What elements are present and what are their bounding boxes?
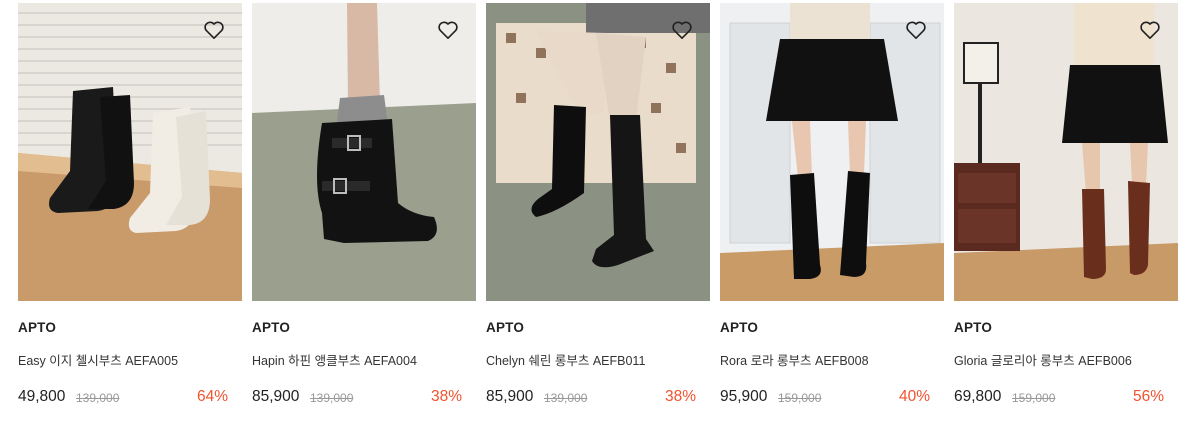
product-name[interactable]: Hapin 하핀 앵클부츠 AEFA004: [252, 350, 417, 369]
sale-price: 95,900: [720, 388, 768, 405]
product-image[interactable]: [954, 3, 1178, 301]
product-grid: APTO Easy 이지 첼시부츠 AEFA005 49,800 139,000…: [18, 3, 1182, 413]
product-card[interactable]: APTO Chelyn 쉐린 롱부츠 AEFB011 85,900 139,00…: [486, 3, 710, 405]
heart-outline-icon[interactable]: [1139, 20, 1161, 40]
original-price: 159,000: [1012, 391, 1056, 405]
discount-rate: 40%: [898, 388, 930, 405]
original-price: 159,000: [778, 391, 822, 405]
brand-name[interactable]: APTO: [720, 320, 758, 335]
brand-name[interactable]: APTO: [954, 320, 992, 335]
brand-name[interactable]: APTO: [252, 320, 290, 335]
discount-rate: 38%: [664, 388, 696, 405]
product-card[interactable]: APTO Gloria 글로리아 롱부츠 AEFB006 69,800 159,…: [954, 3, 1178, 405]
product-card[interactable]: APTO Rora 로라 롱부츠 AEFB008 95,900 159,000 …: [720, 3, 944, 405]
price-row: 69,800 159,000 56%: [954, 388, 1178, 410]
product-name[interactable]: Gloria 글로리아 롱부츠 AEFB006: [954, 350, 1132, 369]
heart-outline-icon[interactable]: [671, 20, 693, 40]
product-image[interactable]: [720, 3, 944, 301]
original-price: 139,000: [76, 391, 120, 405]
original-price: 139,000: [544, 391, 588, 405]
product-card[interactable]: APTO Hapin 하핀 앵클부츠 AEFA004 85,900 139,00…: [252, 3, 476, 405]
product-name[interactable]: Chelyn 쉐린 롱부츠 AEFB011: [486, 350, 645, 369]
product-image[interactable]: [18, 3, 242, 301]
sale-price: 85,900: [252, 388, 300, 405]
discount-rate: 38%: [430, 388, 462, 405]
product-photo: [720, 3, 944, 301]
product-card[interactable]: APTO Easy 이지 첼시부츠 AEFA005 49,800 139,000…: [18, 3, 242, 405]
discount-rate: 64%: [196, 388, 228, 405]
price-row: 85,900 139,000 38%: [486, 388, 710, 410]
product-photo: [18, 3, 242, 301]
heart-outline-icon[interactable]: [905, 20, 927, 40]
product-name[interactable]: Rora 로라 롱부츠 AEFB008: [720, 350, 869, 369]
product-name[interactable]: Easy 이지 첼시부츠 AEFA005: [18, 350, 178, 369]
discount-rate: 56%: [1132, 388, 1164, 405]
original-price: 139,000: [310, 391, 354, 405]
sale-price: 85,900: [486, 388, 534, 405]
sale-price: 49,800: [18, 388, 66, 405]
product-image[interactable]: [486, 3, 710, 301]
heart-outline-icon[interactable]: [203, 20, 225, 40]
price-row: 95,900 159,000 40%: [720, 388, 944, 410]
brand-name[interactable]: APTO: [18, 320, 56, 335]
product-photo: [954, 3, 1178, 301]
price-row: 49,800 139,000 64%: [18, 388, 242, 410]
product-photo: [252, 3, 476, 301]
heart-outline-icon[interactable]: [437, 20, 459, 40]
sale-price: 69,800: [954, 388, 1002, 405]
product-image[interactable]: [252, 3, 476, 301]
brand-name[interactable]: APTO: [486, 320, 524, 335]
price-row: 85,900 139,000 38%: [252, 388, 476, 410]
product-photo: [486, 3, 710, 301]
